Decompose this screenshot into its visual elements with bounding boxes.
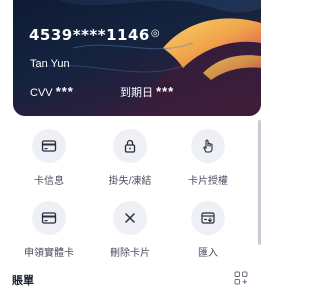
delete-card-label: 刪除卡片: [110, 248, 150, 259]
scrollbar[interactable]: [258, 120, 261, 245]
cvv: CVV ***: [30, 84, 74, 99]
card-icon: [41, 140, 57, 152]
import-button[interactable]: 匯入: [173, 201, 243, 259]
report-lost-freeze-label: 掛失/凍結: [108, 176, 152, 187]
import-label: 匯入: [198, 248, 218, 259]
report-lost-freeze-button[interactable]: 掛失/凍結: [95, 129, 165, 187]
apply-physical-card-label: 申領實體卡: [24, 248, 74, 259]
card-holder-name: Tan Yun: [30, 58, 70, 70]
expiry: 到期日 ***: [120, 84, 175, 99]
card-authorization-label: 卡片授權: [188, 176, 228, 187]
card-authorization-button[interactable]: 卡片授權: [173, 129, 243, 187]
eye-icon[interactable]: ◎: [151, 28, 160, 39]
hand-pointer-icon: [203, 139, 213, 153]
grid-plus-icon[interactable]: [234, 271, 248, 285]
card-info-button[interactable]: 卡信息: [14, 129, 84, 187]
import-icon: [201, 212, 215, 224]
virtual-card[interactable]: 4539****1146◎ Tan Yun CVV *** 到期日 ***: [13, 0, 261, 116]
card-number: 4539****1146◎: [29, 26, 161, 44]
bills-title: 賬單: [12, 275, 34, 287]
card-icon: [41, 212, 57, 224]
apply-physical-card-button[interactable]: 申領實體卡: [14, 201, 84, 259]
card-info-label: 卡信息: [34, 176, 64, 187]
close-icon: [125, 213, 135, 223]
lock-icon: [124, 139, 136, 153]
delete-card-button[interactable]: 刪除卡片: [95, 201, 165, 259]
